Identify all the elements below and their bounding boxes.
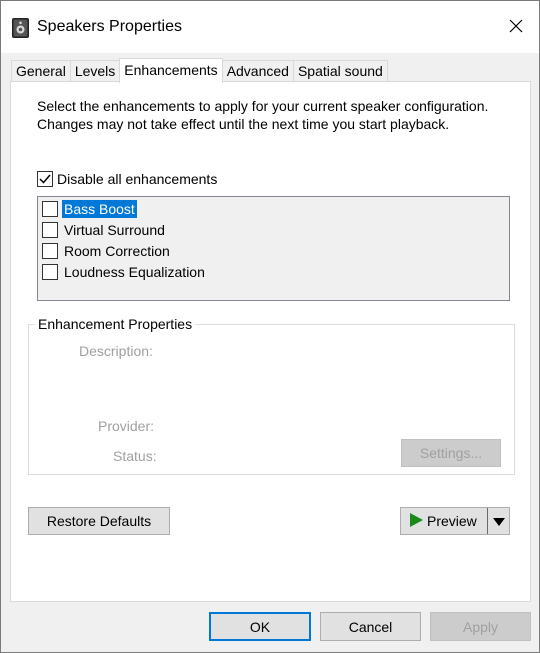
disable-all-checkbox[interactable] xyxy=(37,171,53,187)
loudness-equalization-checkbox[interactable] xyxy=(42,264,58,280)
tab-advanced[interactable]: Advanced xyxy=(221,60,294,82)
tab-levels[interactable]: Levels xyxy=(69,60,121,82)
preview-split-button[interactable]: Preview xyxy=(400,507,510,535)
title-bar: Speakers Properties xyxy=(1,1,539,53)
bass-boost-checkbox[interactable] xyxy=(42,201,58,217)
description-label: Description: xyxy=(79,343,153,359)
settings-button[interactable]: Settings... xyxy=(401,439,501,467)
enhancements-list[interactable]: Bass Boost Virtual Surround Room Correct… xyxy=(37,196,510,301)
tab-enhancements[interactable]: Enhancements xyxy=(119,58,223,83)
close-icon xyxy=(509,19,523,36)
list-item-label: Bass Boost xyxy=(62,200,137,218)
enhancement-properties-group: Enhancement Properties Description: Prov… xyxy=(28,316,515,475)
window-title: Speakers Properties xyxy=(37,18,182,35)
checkmark-icon xyxy=(39,174,51,184)
tab-general[interactable]: General xyxy=(11,60,71,82)
cancel-button[interactable]: Cancel xyxy=(320,612,421,641)
close-button[interactable] xyxy=(493,1,539,53)
list-item-label: Room Correction xyxy=(64,243,170,259)
list-item-loudness-equalization[interactable]: Loudness Equalization xyxy=(42,262,207,282)
speakers-properties-dialog: Speakers Properties General Levels Enhan… xyxy=(0,0,540,653)
preview-dropdown-button[interactable] xyxy=(488,508,509,534)
list-item-bass-boost[interactable]: Bass Boost xyxy=(42,199,137,219)
list-item-virtual-surround[interactable]: Virtual Surround xyxy=(42,220,167,240)
status-label: Status: xyxy=(113,448,157,464)
disable-all-row[interactable]: Disable all enhancements xyxy=(37,171,217,187)
ok-button[interactable]: OK xyxy=(209,612,311,641)
provider-label: Provider: xyxy=(98,418,155,434)
disable-all-label: Disable all enhancements xyxy=(57,171,218,187)
room-correction-checkbox[interactable] xyxy=(42,243,58,259)
speaker-icon xyxy=(12,18,29,38)
restore-defaults-button[interactable]: Restore Defaults xyxy=(28,507,170,535)
list-item-room-correction[interactable]: Room Correction xyxy=(42,241,172,261)
preview-button[interactable]: Preview xyxy=(401,508,488,534)
list-item-label: Virtual Surround xyxy=(64,222,165,238)
play-icon xyxy=(409,512,423,530)
tab-spatial-sound[interactable]: Spatial sound xyxy=(292,60,388,82)
enhancements-panel: Select the enhancements to apply for you… xyxy=(10,81,531,602)
preview-label: Preview xyxy=(427,513,477,529)
apply-button[interactable]: Apply xyxy=(430,612,531,641)
list-item-label: Loudness Equalization xyxy=(64,264,205,280)
virtual-surround-checkbox[interactable] xyxy=(42,222,58,238)
tab-strip: General Levels Enhancements Advanced Spa… xyxy=(11,58,388,83)
chevron-down-icon xyxy=(492,513,505,529)
intro-text: Select the enhancements to apply for you… xyxy=(37,98,489,132)
group-title: Enhancement Properties xyxy=(35,316,196,332)
